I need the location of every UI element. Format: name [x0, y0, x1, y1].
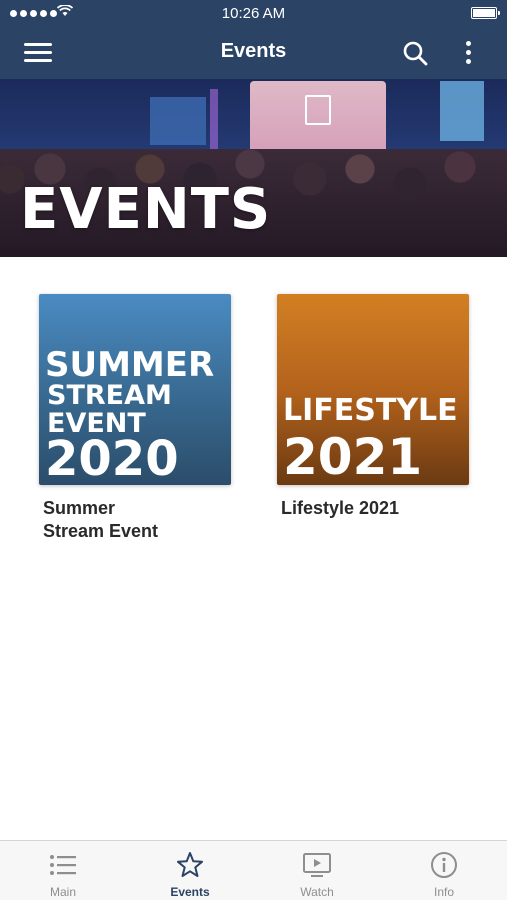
hero-screen-right [440, 81, 484, 141]
search-icon[interactable] [401, 39, 429, 67]
tab-label: Main [49, 885, 76, 899]
thumbnail-text: LIFESTYLE [283, 393, 458, 428]
event-card-summer-stream[interactable]: SUMMER STREAM EVENT 2020 Summer Stream E… [39, 294, 231, 543]
page-title: Events [220, 40, 287, 62]
hero-screen-left [150, 97, 206, 145]
thumbnail-text: 2021 [283, 428, 423, 485]
event-thumbnail[interactable]: LIFESTYLE 2021 [277, 294, 469, 485]
event-card-lifestyle[interactable]: LIFESTYLE 2021 Lifestyle 2021 [277, 294, 469, 520]
thumbnail-text: 2020 [45, 431, 179, 485]
bottom-tab-bar: Main Events Watch Info [0, 840, 507, 900]
battery-icon [471, 7, 500, 19]
event-title[interactable]: Lifestyle 2021 [281, 497, 471, 520]
thumbnail-text: STREAM [47, 380, 172, 411]
hero-title: EVENTS [20, 177, 272, 242]
tab-events[interactable]: Events [127, 841, 253, 900]
event-title[interactable]: Summer Stream Event [43, 497, 233, 543]
hero-stage-logo [305, 95, 331, 125]
event-title-line: Summer [43, 498, 116, 518]
tab-main[interactable]: Main [0, 841, 126, 900]
info-icon [431, 852, 457, 878]
thumbnail-text: SUMMER [45, 345, 215, 385]
tab-watch[interactable]: Watch [254, 841, 380, 900]
tab-label: Info [433, 885, 454, 899]
events-hero-banner: EVENTS [0, 79, 507, 257]
event-title-line: Lifestyle 2021 [281, 498, 400, 518]
event-thumbnail[interactable]: SUMMER STREAM EVENT 2020 [39, 294, 231, 485]
status-bar: 10:26 AM [0, 0, 507, 26]
tab-label: Events [170, 885, 210, 899]
hamburger-menu-button[interactable] [24, 40, 54, 64]
tab-label: Watch [300, 885, 334, 899]
star-icon [177, 852, 203, 877]
more-options-icon[interactable] [458, 39, 478, 67]
video-icon [303, 853, 331, 877]
app-header: 10:26 AM Events [0, 0, 507, 79]
tab-info[interactable]: Info [381, 841, 507, 900]
list-icon [50, 855, 76, 875]
status-time: 10:26 AM [221, 5, 286, 22]
event-title-line: Stream Event [43, 521, 159, 541]
